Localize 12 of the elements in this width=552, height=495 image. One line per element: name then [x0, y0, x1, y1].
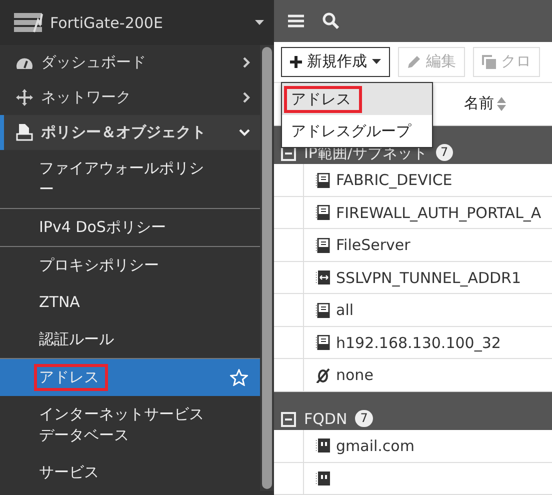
device-name: FortiGate-200E	[50, 14, 164, 32]
address-name: FileServer	[336, 236, 410, 254]
address-name: none	[336, 366, 374, 384]
address-name: gmail.com	[336, 436, 414, 455]
count-badge: 7	[355, 410, 373, 428]
address-name: FIREWALL_AUTH_PORTAL_A	[336, 204, 542, 222]
count-badge: 7	[436, 144, 454, 162]
address-name: all	[336, 301, 354, 320]
address-name: SSLVPN_TUNNEL_ADDR1	[336, 268, 522, 287]
group-label: FQDN	[304, 411, 348, 428]
address-name: FABRIC_DEVICE	[336, 171, 452, 190]
address-name: h192.168.130.100_32	[336, 334, 501, 352]
